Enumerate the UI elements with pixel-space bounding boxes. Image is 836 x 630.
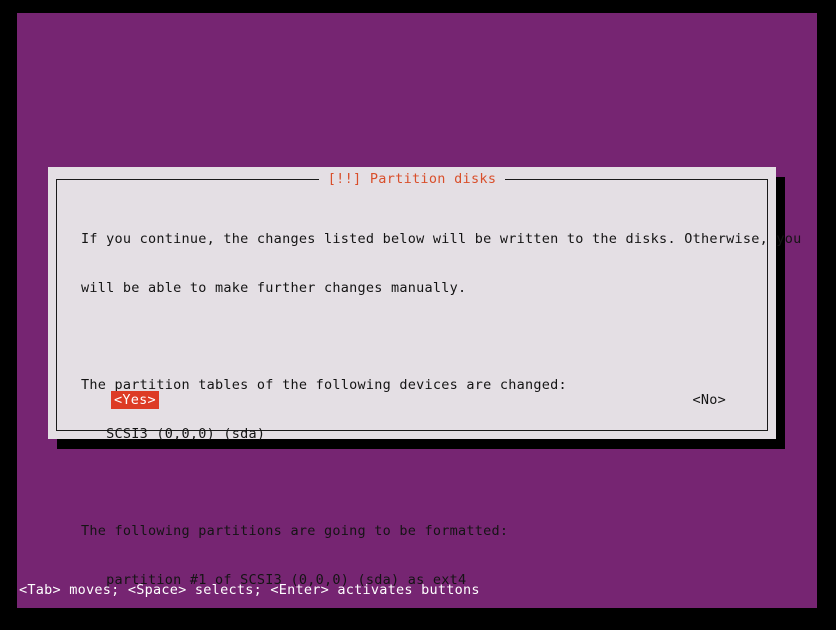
screen-root: [!!] Partition disks If you continue, th…: [0, 0, 836, 630]
partition-disks-dialog: [!!] Partition disks If you continue, th…: [48, 167, 802, 588]
message-line: will be able to make further changes man…: [81, 280, 467, 297]
yes-button[interactable]: <Yes>: [111, 391, 159, 409]
dialog-button-row: <Yes> <No>: [81, 391, 743, 409]
device-list-item: SCSI3 (0,0,0) (sda): [81, 425, 266, 442]
message-line: If you continue, the changes listed belo…: [81, 231, 802, 248]
keyboard-help-bar: <Tab> moves; <Space> selects; <Enter> ac…: [19, 582, 480, 598]
installer-desktop: [!!] Partition disks If you continue, th…: [17, 13, 817, 608]
no-button[interactable]: <No>: [689, 391, 729, 409]
message-line: The following partitions are going to be…: [81, 523, 509, 540]
